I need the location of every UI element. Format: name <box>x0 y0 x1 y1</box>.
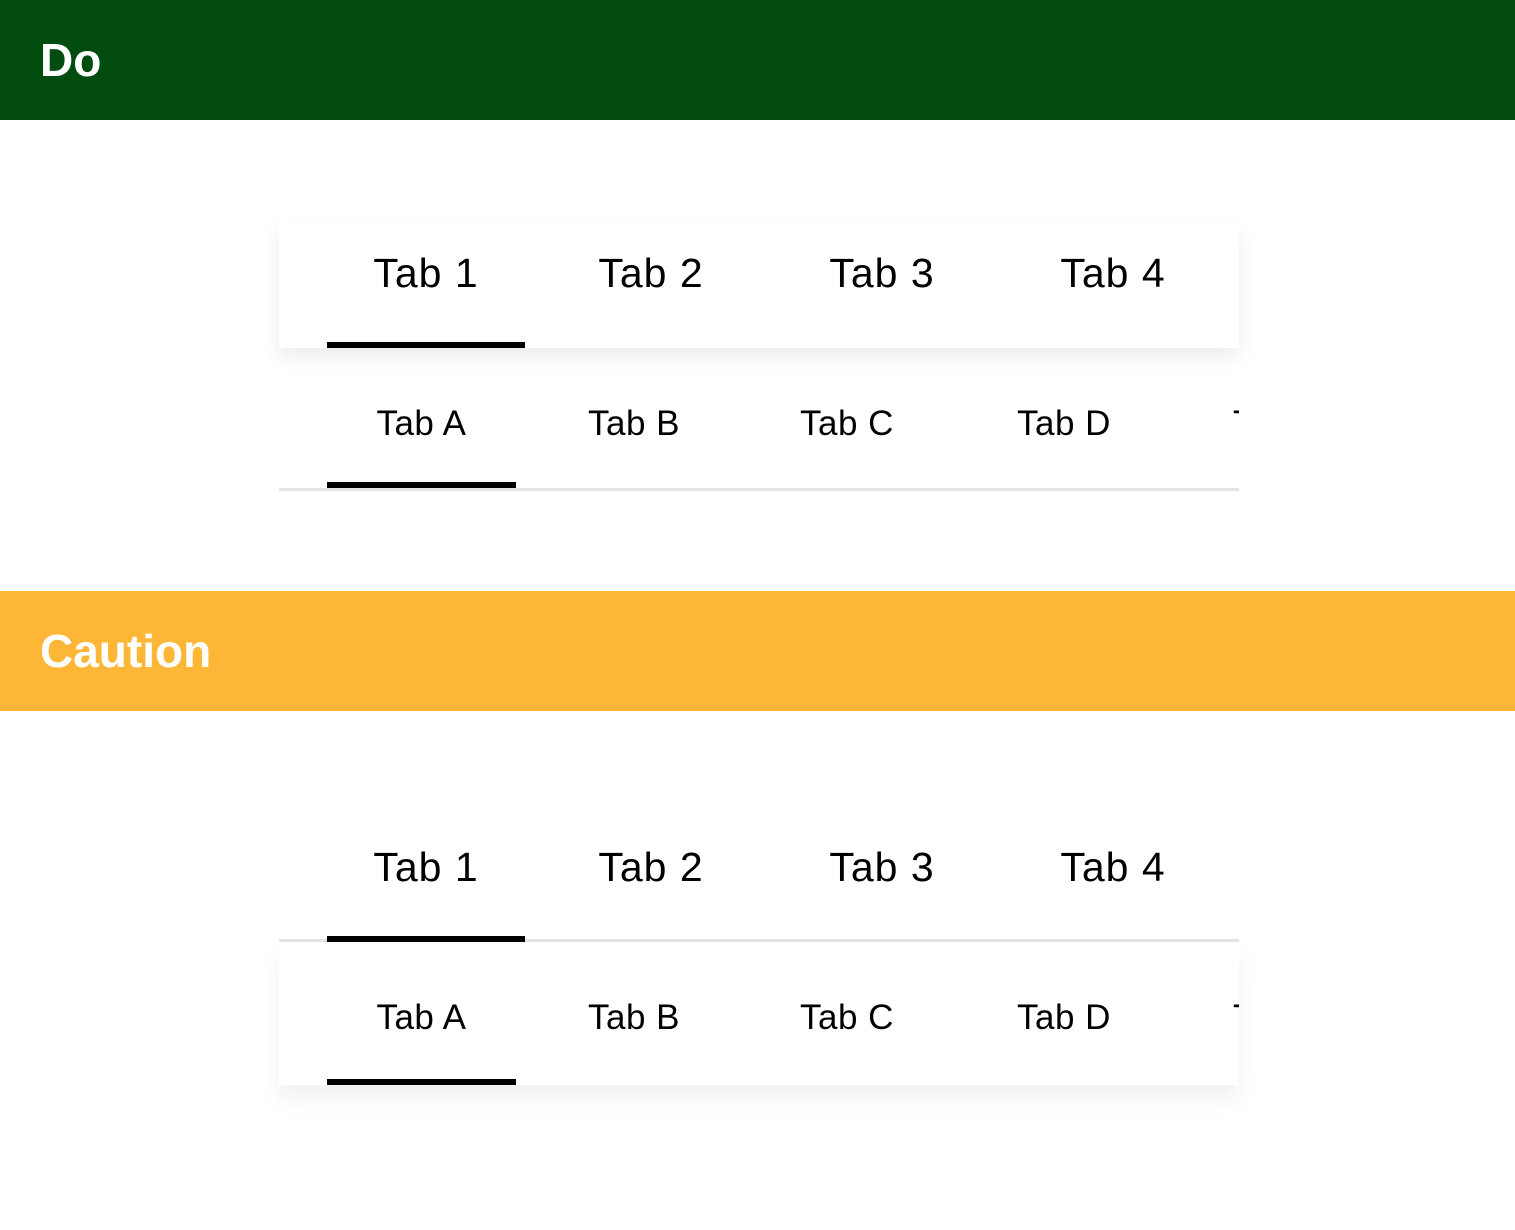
secondary-tab-label: Tab A <box>376 404 467 443</box>
primary-tab-label: Tab 4 <box>1060 844 1166 890</box>
primary-tab-2[interactable]: Tab 2 <box>551 814 751 939</box>
primary-tab-4[interactable]: Tab 4 <box>1013 220 1213 348</box>
primary-tab-label: Tab 3 <box>829 844 935 890</box>
primary-tab-label: Tab 4 <box>1060 250 1166 296</box>
secondary-tab-label: Tab D <box>1017 998 1111 1037</box>
secondary-tab-bar: Tab A Tab B Tab C Tab D T <box>279 348 1239 491</box>
caution-banner-title: Caution <box>40 625 212 677</box>
secondary-tab-bar: Tab A Tab B Tab C Tab D T <box>279 942 1239 1085</box>
secondary-tab-label: Tab C <box>800 998 894 1037</box>
secondary-tab-label: Tab B <box>588 404 680 443</box>
secondary-tab-b[interactable]: Tab B <box>541 942 727 1085</box>
primary-tab-4[interactable]: Tab 4 <box>1013 814 1213 939</box>
primary-tab-label: Tab 1 <box>373 844 479 890</box>
secondary-tab-label: Tab C <box>800 404 894 443</box>
primary-tab-bar: Tab 1 Tab 2 Tab 3 Tab 4 <box>279 220 1239 348</box>
secondary-tab-a[interactable]: Tab A <box>327 942 516 1085</box>
secondary-tab-b[interactable]: Tab B <box>541 348 727 488</box>
primary-tab-label: Tab 1 <box>373 250 479 296</box>
primary-tab-3[interactable]: Tab 3 <box>782 814 982 939</box>
active-tab-indicator <box>327 1079 516 1085</box>
primary-tab-label: Tab 3 <box>829 250 935 296</box>
active-tab-indicator <box>327 482 516 488</box>
secondary-tab-c[interactable]: Tab C <box>754 348 940 488</box>
secondary-tab-label: Tab A <box>376 998 467 1037</box>
secondary-tab-c[interactable]: Tab C <box>754 942 940 1085</box>
primary-tab-1[interactable]: Tab 1 <box>327 814 525 942</box>
do-banner: Do <box>0 0 1515 120</box>
active-tab-indicator <box>327 342 525 348</box>
primary-tab-label: Tab 2 <box>598 250 704 296</box>
primary-tab-3[interactable]: Tab 3 <box>782 220 982 348</box>
caution-tabs-example: Tab 1 Tab 2 Tab 3 Tab 4 Tab A Tab B Tab … <box>279 814 1239 1085</box>
secondary-tab-d[interactable]: Tab D <box>971 348 1157 488</box>
active-tab-indicator <box>327 936 525 942</box>
primary-tab-bar: Tab 1 Tab 2 Tab 3 Tab 4 <box>279 814 1239 942</box>
secondary-tab-overflow[interactable]: T <box>1233 998 1239 1038</box>
primary-tab-label: Tab 2 <box>598 844 704 890</box>
caution-banner: Caution <box>0 591 1515 711</box>
primary-tab-2[interactable]: Tab 2 <box>551 220 751 348</box>
secondary-tab-viewport: Tab A Tab B Tab C Tab D T <box>279 942 1239 1085</box>
secondary-tab-d[interactable]: Tab D <box>971 942 1157 1085</box>
secondary-tab-overflow[interactable]: T <box>1233 404 1239 444</box>
do-banner-title: Do <box>40 34 102 86</box>
secondary-tab-label: Tab B <box>588 998 680 1037</box>
primary-tab-1[interactable]: Tab 1 <box>327 220 525 348</box>
secondary-tab-a[interactable]: Tab A <box>327 348 516 488</box>
secondary-tab-label: Tab D <box>1017 404 1111 443</box>
do-tabs-example: Tab 1 Tab 2 Tab 3 Tab 4 Tab A Tab B Tab … <box>279 220 1239 491</box>
